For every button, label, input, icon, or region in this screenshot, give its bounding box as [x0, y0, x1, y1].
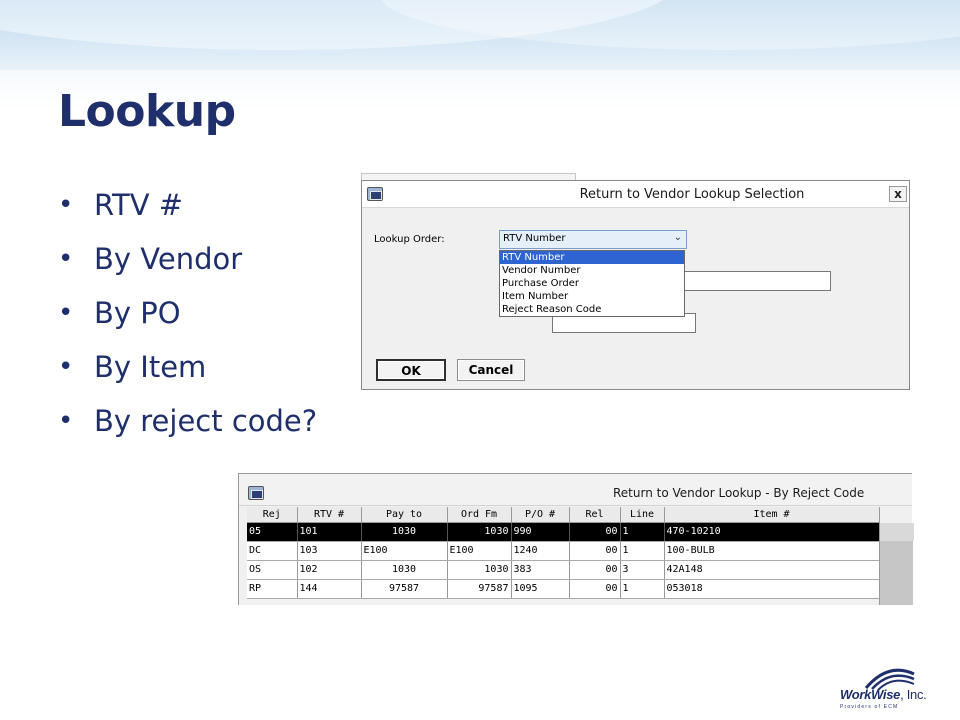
cell-line: 1: [620, 541, 665, 561]
close-button[interactable]: x: [889, 186, 907, 202]
column-header[interactable]: P/O #: [511, 507, 570, 523]
cancel-button[interactable]: Cancel: [457, 359, 525, 381]
logo-name: WorkWise: [840, 687, 901, 702]
chevron-down-icon[interactable]: ⌄: [674, 232, 682, 243]
cell-item: 42A148: [664, 560, 880, 580]
dropdown-option[interactable]: Item Number: [500, 290, 684, 303]
reject-code-lookup-window: Return to Vendor Lookup - By Reject Code…: [238, 473, 914, 605]
bullet-item: • By Vendor: [58, 239, 317, 293]
dropdown-option[interactable]: Vendor Number: [500, 264, 684, 277]
bullet-text: By reject code?: [94, 404, 318, 438]
cell-rtv: 103: [297, 541, 362, 561]
cell-rel: 00: [569, 579, 621, 599]
cell-rej: OS: [247, 560, 298, 580]
cell-rtv: 102: [297, 560, 362, 580]
column-header[interactable]: Rej: [247, 507, 298, 523]
cell-item: 100-BULB: [664, 541, 880, 561]
cell-rel: 00: [569, 522, 621, 542]
lookup-order-select[interactable]: RTV Number ⌄: [499, 230, 687, 249]
ok-button[interactable]: OK: [376, 359, 446, 381]
cell-rej: RP: [247, 579, 298, 599]
bullet-item: • By reject code?: [58, 401, 317, 455]
column-header[interactable]: Item #: [664, 507, 880, 523]
lookup-order-value: RTV Number: [503, 233, 566, 244]
cell-po: 990: [511, 522, 570, 542]
bullet-dot-icon: •: [58, 244, 74, 274]
bullet-dot-icon: •: [58, 352, 74, 382]
table-header-row: Rej RTV # Pay to Ord Fm P/O # Rel Line I…: [247, 507, 880, 523]
cell-rej: 05: [247, 522, 298, 542]
bullet-dot-icon: •: [58, 406, 74, 436]
bullet-text: By Vendor: [94, 242, 243, 276]
cell-item: 470-10210: [664, 522, 880, 542]
cell-pay-to: E100: [361, 541, 448, 561]
bullet-dot-icon: •: [58, 298, 74, 328]
dropdown-option[interactable]: Reject Reason Code: [500, 303, 684, 316]
slide-title: Lookup: [58, 86, 236, 137]
column-header[interactable]: Pay to: [361, 507, 448, 523]
cell-pay-to: 1030: [361, 522, 448, 542]
dropdown-option[interactable]: RTV Number: [500, 251, 684, 264]
header-band: [0, 0, 960, 70]
cell-line: 1: [620, 579, 665, 599]
bullet-list: • RTV # • By Vendor • By PO • By Item • By re…: [58, 185, 317, 455]
decorative-swoosh: [380, 0, 960, 50]
cell-rej: DC: [247, 541, 298, 561]
cell-ord-fm: 1030: [447, 560, 512, 580]
bullet-text: By PO: [94, 296, 181, 330]
bullet-item: • By Item: [58, 347, 317, 401]
lookup-value-input[interactable]: [684, 271, 831, 291]
cell-pay-to: 1030: [361, 560, 448, 580]
cell-line: 3: [620, 560, 665, 580]
lookup-order-label: Lookup Order:: [374, 234, 445, 245]
dropdown-option[interactable]: Purchase Order: [500, 277, 684, 290]
logo-arcs-icon: [864, 668, 915, 690]
app-window-icon: [367, 187, 383, 201]
cell-line: 1: [620, 522, 665, 542]
column-header[interactable]: Ord Fm: [447, 507, 512, 523]
cell-item: 053018: [664, 579, 880, 599]
company-logo: WorkWise, Inc. Providers of ECM: [840, 660, 960, 720]
cell-po: 383: [511, 560, 570, 580]
dialog-title: Return to Vendor Lookup Selection: [579, 187, 805, 202]
lookup-order-dropdown[interactable]: RTV Number Vendor Number Purchase Order …: [499, 250, 685, 317]
bullet-dot-icon: •: [58, 190, 74, 220]
cell-po: 1095: [511, 579, 570, 599]
column-header[interactable]: Rel: [569, 507, 621, 523]
lookup-selection-dialog: Return to Vendor Lookup Selection x Look…: [361, 180, 910, 390]
cell-ord-fm: 1030: [447, 522, 512, 542]
column-header[interactable]: RTV #: [297, 507, 362, 523]
vertical-scrollbar[interactable]: [879, 523, 914, 605]
dialog-titlebar[interactable]: Return to Vendor Lookup Selection x: [362, 181, 909, 208]
cell-ord-fm: E100: [447, 541, 512, 561]
table-row[interactable]: DC 103 E100 E100 1240 00 1 100-BULB: [247, 541, 880, 561]
logo-suffix: , Inc.: [900, 687, 927, 702]
table-row[interactable]: OS 102 1030 1030 383 00 3 42A148: [247, 560, 880, 580]
logo-tagline: Providers of ECM: [840, 704, 899, 710]
cell-rtv: 101: [297, 522, 362, 542]
scrollbar-thumb[interactable]: [880, 523, 914, 541]
cell-rel: 00: [569, 560, 621, 580]
grid-titlebar[interactable]: Return to Vendor Lookup - By Reject Code: [239, 474, 912, 506]
cell-rtv: 144: [297, 579, 362, 599]
bullet-item: • By PO: [58, 293, 317, 347]
cell-po: 1240: [511, 541, 570, 561]
column-header[interactable]: Line: [620, 507, 665, 523]
table-row[interactable]: 05 101 1030 1030 990 00 1 470-10210: [247, 522, 880, 542]
app-window-icon: [248, 486, 264, 500]
grid-window-title: Return to Vendor Lookup - By Reject Code: [613, 486, 865, 500]
cell-rel: 00: [569, 541, 621, 561]
bullet-item: • RTV #: [58, 185, 317, 239]
bullet-text: RTV #: [94, 188, 184, 222]
cell-pay-to: 97587: [361, 579, 448, 599]
logo-wordmark: WorkWise, Inc.: [840, 687, 927, 702]
bullet-text: By Item: [94, 350, 207, 384]
cell-ord-fm: 97587: [447, 579, 512, 599]
table-row[interactable]: RP 144 97587 97587 1095 00 1 053018: [247, 579, 880, 599]
results-table: Rej RTV # Pay to Ord Fm P/O # Rel Line I…: [247, 507, 880, 599]
